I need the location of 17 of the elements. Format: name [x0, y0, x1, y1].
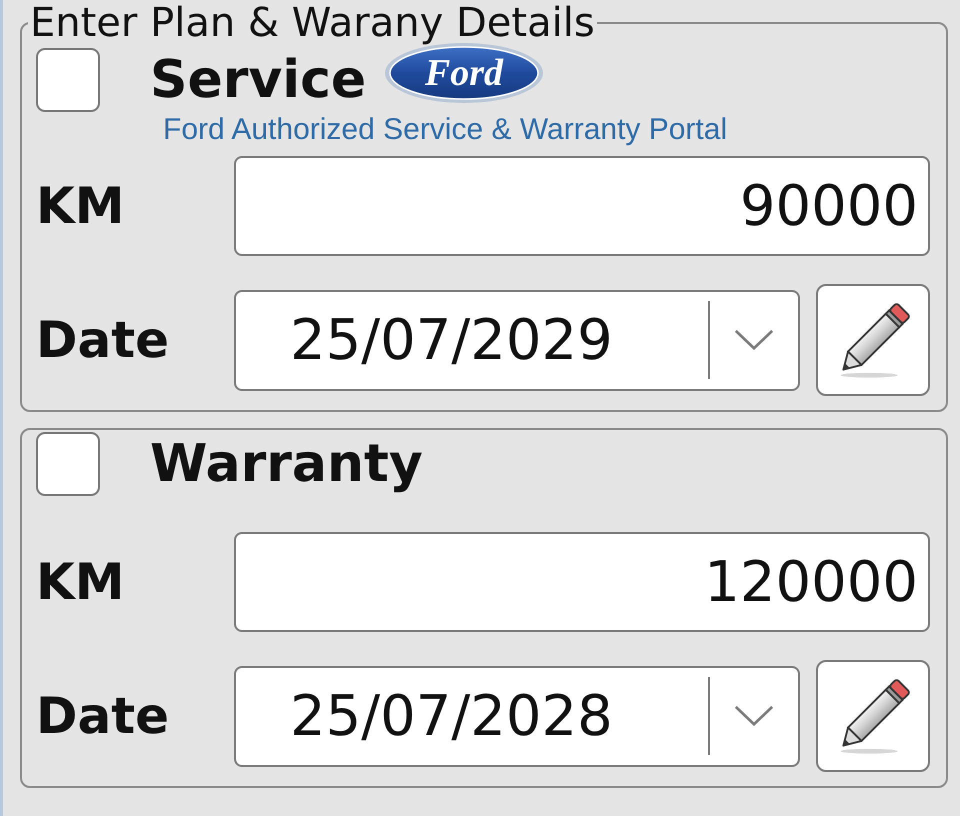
section-title: Warranty [150, 434, 423, 494]
km-input-field[interactable]: 120000 [234, 532, 930, 632]
km-label: KM [36, 552, 126, 612]
km-label: KM [36, 176, 126, 236]
date-dropdown[interactable]: 25/07/2028 [234, 666, 800, 766]
chevron-down-icon [734, 705, 774, 727]
edit-button[interactable] [816, 284, 930, 396]
checkbox[interactable] [36, 48, 100, 112]
checkbox[interactable] [36, 432, 100, 496]
chevron-down-icon [734, 329, 774, 351]
date-label: Date [36, 686, 170, 746]
date-label: Date [36, 310, 170, 370]
section-title: Service [150, 50, 366, 110]
portal-subtitle: Ford Authorized Service & Warranty Portal [163, 112, 728, 148]
km-input-field[interactable]: 90000 [234, 156, 930, 256]
date-dropdown[interactable]: 25/07/2029 [234, 290, 800, 390]
edit-button[interactable] [816, 660, 930, 772]
